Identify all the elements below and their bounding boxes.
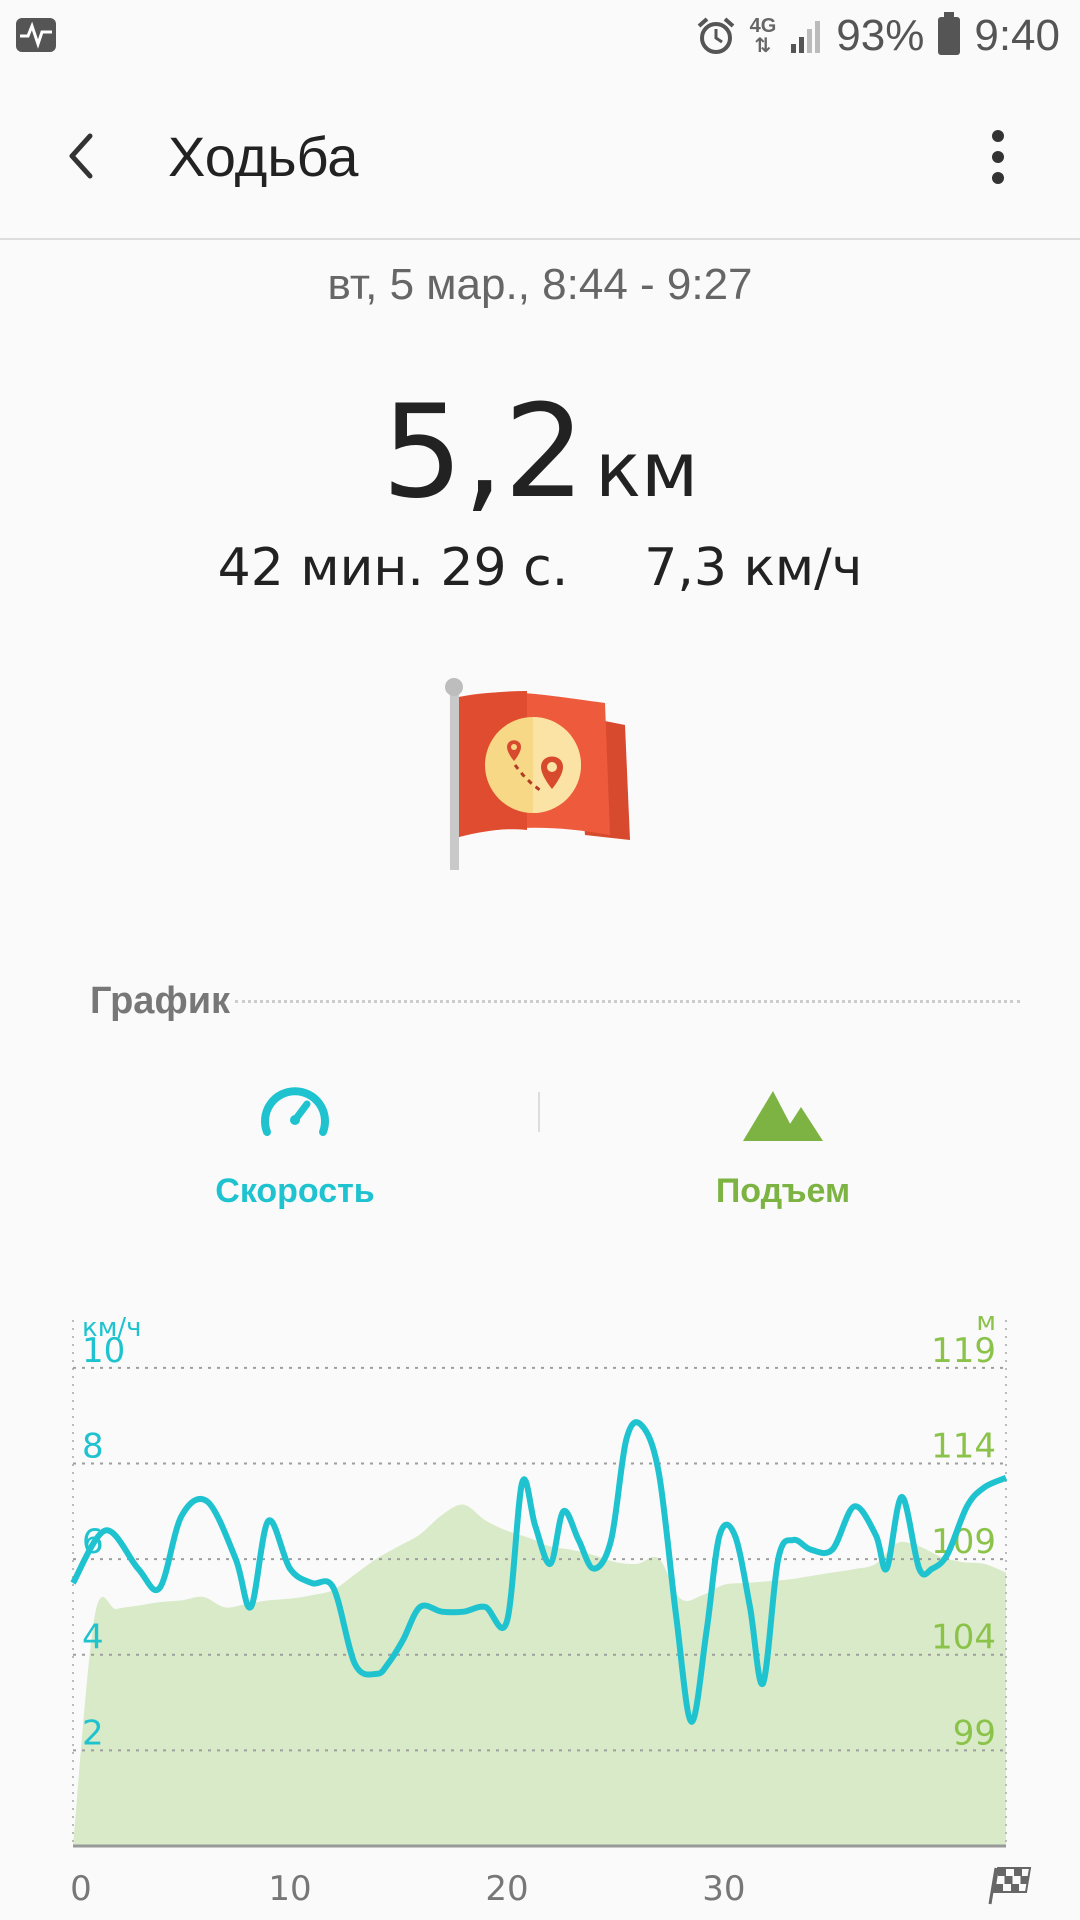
back-button[interactable] — [60, 116, 140, 196]
finish-flag-icon — [988, 1867, 1032, 1905]
mountain-icon — [743, 1091, 823, 1141]
alarm-icon — [697, 17, 734, 54]
section-title: График — [90, 980, 231, 1022]
app-bar: Ходьба — [0, 72, 1080, 240]
workout-date: вт, 5 мар., 8:44 - 9:27 — [327, 260, 753, 309]
right-tick-label: 104 — [931, 1618, 996, 1658]
left-tick-label: 2 — [82, 1713, 104, 1753]
left-tick-label: 4 — [82, 1618, 104, 1658]
status-bar: 4G ⇅ 93% 9:40 — [0, 0, 1080, 72]
chart-section-header: График — [90, 980, 1020, 1030]
elevation-area — [73, 1504, 1006, 1846]
route-flag-icon — [445, 678, 630, 870]
x-tick-label: 30 — [702, 1869, 745, 1909]
status-icons: 4G ⇅ 93% 9:40 — [696, 8, 1060, 64]
right-axis-unit: м — [976, 1307, 996, 1337]
average-speed: 7,3 км/ч — [644, 538, 863, 598]
x-tick-label: 10 — [268, 1869, 311, 1909]
left-axis-unit: км/ч — [82, 1313, 141, 1343]
tab-speed[interactable]: Скорость — [165, 1080, 425, 1230]
clock: 9:40 — [974, 11, 1060, 60]
speed-elevation-chart: 10 1198 1146 1094 1042 99км/ч м0 10 20 30 — [70, 1307, 1032, 1909]
right-tick-label: 99 — [953, 1713, 996, 1753]
left-tick-label: 8 — [82, 1426, 104, 1466]
network-type-indicator: 4G ⇅ — [749, 15, 777, 57]
tab-elevation[interactable]: Подъем — [653, 1080, 913, 1230]
distance-value: 5,2 — [381, 378, 586, 527]
distance-unit: км — [595, 425, 699, 514]
battery-percent: 93% — [836, 11, 925, 60]
more-options-button[interactable] — [966, 122, 1030, 192]
page-title: Ходьба — [168, 125, 359, 188]
tab-divider — [538, 1092, 540, 1132]
section-divider — [235, 1000, 1020, 1003]
distance-display: 5,2 км — [0, 378, 1080, 527]
right-tick-label: 109 — [931, 1522, 996, 1562]
x-tick-label: 0 — [70, 1869, 92, 1909]
tab-speed-label: Скорость — [215, 1172, 375, 1210]
signal-icon — [791, 21, 821, 53]
speedometer-icon — [261, 1087, 329, 1136]
duration: 42 мин. 29 с. — [217, 538, 569, 598]
tab-elevation-label: Подъем — [715, 1172, 851, 1210]
x-tick-label: 20 — [485, 1869, 528, 1909]
right-tick-label: 114 — [931, 1426, 996, 1466]
workout-metrics: 42 мин. 29 с. 7,3 км/ч — [0, 538, 1080, 598]
back-arrow-icon — [69, 133, 93, 179]
battery-icon — [938, 12, 961, 55]
activity-notification-icon — [16, 18, 56, 52]
more-vertical-icon — [992, 130, 1004, 184]
